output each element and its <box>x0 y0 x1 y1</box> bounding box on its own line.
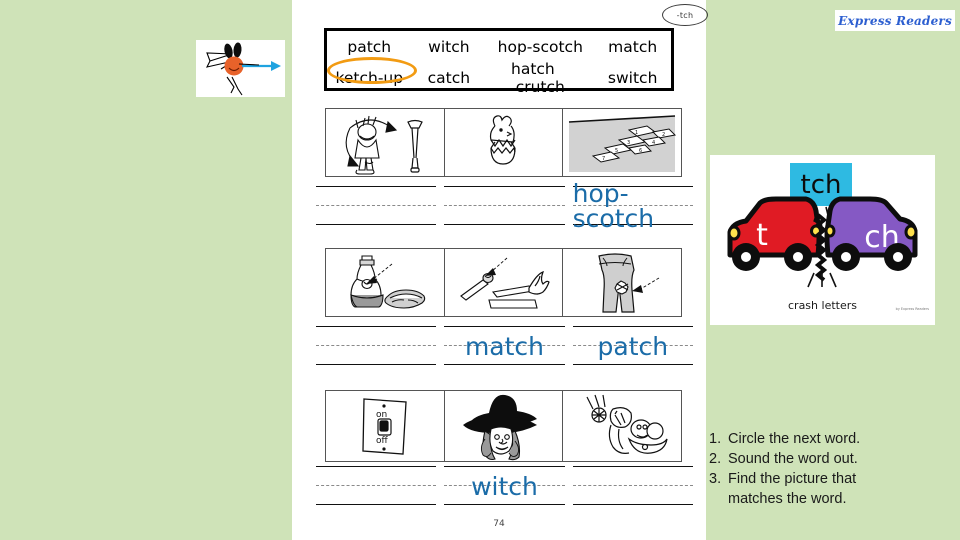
answer-slot-2-2[interactable]: match <box>444 322 565 370</box>
instruction-text: Sound the word out. <box>728 450 858 467</box>
instruction-item-3: 3. Find the picture that <box>709 470 949 489</box>
picture-cell-hatch[interactable] <box>445 109 564 176</box>
answer-word <box>573 467 693 505</box>
logo-text: Express Readers <box>838 13 952 28</box>
picture-cell-ketchup[interactable] <box>326 249 445 316</box>
answer-word <box>444 187 564 225</box>
tch-tab-text: -tch <box>676 10 694 20</box>
instruction-number: 1. <box>709 431 722 447</box>
word-crutch: crutch <box>515 77 565 96</box>
left-car-letter: t <box>756 218 768 253</box>
picture-cell-catch[interactable] <box>563 391 681 461</box>
answer-word <box>316 187 436 225</box>
answer-word <box>316 467 436 505</box>
instruction-item-2: 2. Sound the word out. <box>709 450 949 469</box>
word-bank-row-2: ketch-up catch hatch crutch switch <box>327 60 671 96</box>
answer-slot-3-3[interactable] <box>572 462 693 510</box>
word-hop-scotch: hop-scotch <box>497 37 583 56</box>
answer-word: patch <box>597 331 669 361</box>
instruction-number: 3. <box>709 470 722 487</box>
crashing-cars-illustration: t ch <box>727 196 918 288</box>
svg-text:off: off <box>376 436 389 446</box>
svg-text:2: 2 <box>662 132 665 138</box>
hop-scotch-picture: 1 2 3 4 5 6 7 <box>569 114 677 172</box>
witch-picture <box>462 394 537 461</box>
word-patch: patch <box>347 37 392 56</box>
svg-text:3: 3 <box>627 140 630 146</box>
match-picture <box>459 257 550 309</box>
tch-tab-label: -tch <box>662 4 708 26</box>
svg-text:6: 6 <box>639 148 642 154</box>
express-readers-logo: Express Readers <box>835 10 955 31</box>
bug-drawing-card <box>196 40 285 97</box>
word-match: match <box>608 37 658 56</box>
ketchup-picture <box>350 254 426 309</box>
poster-credit: by Express Readers <box>895 307 929 311</box>
word-witch: witch <box>428 37 470 56</box>
hatch-picture <box>489 114 516 165</box>
instruction-text: Find the picture that <box>728 470 857 487</box>
word-hatch: hatch <box>511 59 555 78</box>
answer-slot-2-1[interactable] <box>316 322 437 370</box>
picture-row-3: on off <box>325 390 682 462</box>
word-bank-row-1: patch witch hop-scotch match <box>327 31 671 62</box>
picture-cell-hop-scotch[interactable]: 1 2 3 4 5 6 7 <box>563 109 681 176</box>
word-ketch-up: ketch-up <box>335 68 404 87</box>
picture-row-1: 1 2 3 4 5 6 7 <box>325 108 682 177</box>
answer-slot-3-2[interactable]: witch <box>444 462 565 510</box>
picture-cell-crutch[interactable] <box>326 109 445 176</box>
page-number: 74 <box>493 519 505 529</box>
picture-cell-witch[interactable] <box>445 391 564 461</box>
word-switch: switch <box>607 68 658 87</box>
answer-line-row-2: match patch <box>312 322 697 370</box>
svg-text:7: 7 <box>602 156 605 162</box>
picture-row-2 <box>325 248 682 317</box>
instruction-number: 2. <box>709 450 722 467</box>
word-bank-box: patch witch hop-scotch match ketch-up ca… <box>324 28 674 96</box>
svg-text:1: 1 <box>635 130 638 136</box>
picture-cell-switch[interactable]: on off <box>326 391 445 461</box>
crumple-zone <box>814 213 828 282</box>
slide-canvas: -tch patch witch hop-scotch match ketch-… <box>0 0 960 540</box>
crash-letters-poster: tch t ch crash letters by Express Reader… <box>710 155 935 325</box>
answer-word: match <box>464 331 545 361</box>
bug-with-arrow-drawing <box>196 40 285 97</box>
picture-cell-patch[interactable] <box>563 249 681 316</box>
instructions-list: 1. Circle the next word. 2. Sound the wo… <box>709 430 949 508</box>
answer-slot-1-3[interactable]: hop-scotch <box>572 179 693 233</box>
picture-cell-match[interactable] <box>445 249 564 316</box>
svg-text:4: 4 <box>652 140 655 146</box>
answer-word <box>316 327 436 365</box>
answer-slot-2-3[interactable]: patch <box>572 322 693 370</box>
patch-picture <box>598 252 660 313</box>
crash-sparks-bottom <box>807 272 837 288</box>
svg-text:5: 5 <box>615 148 618 154</box>
answer-word: hop-scotch <box>572 179 655 233</box>
worksheet-page: -tch patch witch hop-scotch match ketch-… <box>292 0 708 540</box>
instruction-continuation: matches the word. <box>728 490 847 507</box>
instruction-item-1: 1. Circle the next word. <box>709 430 949 449</box>
word-catch: catch <box>427 68 471 87</box>
answer-slot-3-1[interactable] <box>316 462 437 510</box>
answer-line-row-1: hop-scotch <box>312 179 697 233</box>
catch-picture <box>586 394 668 454</box>
answer-slot-1-2[interactable] <box>444 182 565 230</box>
crutch-picture <box>345 115 423 175</box>
word-hatch-crutch-wrap: hatch crutch <box>486 60 594 96</box>
switch-picture: on off <box>362 398 407 455</box>
answer-line-row-3: witch <box>312 462 697 510</box>
instruction-text: Circle the next word. <box>728 431 861 447</box>
answer-slot-1-1[interactable] <box>316 182 437 230</box>
answer-word: witch <box>471 471 538 501</box>
